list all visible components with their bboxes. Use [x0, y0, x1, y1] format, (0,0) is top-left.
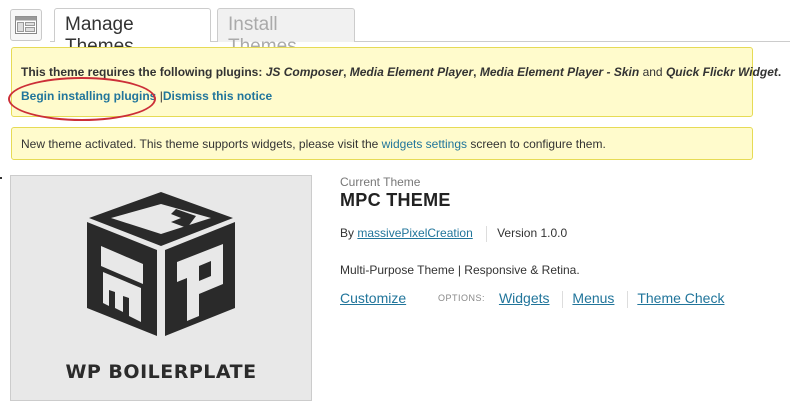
menus-link[interactable]: Menus — [572, 290, 614, 306]
widgets-settings-link[interactable]: widgets settings — [382, 137, 467, 151]
theme-description: Multi-Purpose Theme | Responsive & Retin… — [340, 263, 580, 277]
activated-text-before: New theme activated. This theme supports… — [21, 137, 379, 151]
thumbnail-caption: WP BOILERPLATE — [65, 361, 257, 383]
customize-link[interactable]: Customize — [340, 290, 406, 306]
plugin-name: Quick Flickr Widget — [665, 65, 778, 79]
dismiss-notice-link[interactable]: Dismiss this notice — [163, 89, 272, 103]
theme-version: Version 1.0.0 — [497, 226, 568, 241]
options-label: OPTIONS: — [438, 293, 486, 303]
theme-author-line: By massivePixelCreation Version 1.0.0 — [340, 226, 567, 242]
separator: , — [343, 65, 347, 79]
tab-manage-themes[interactable]: Manage Themes — [54, 8, 211, 57]
divider — [486, 226, 488, 242]
theme-name: MPC THEME — [340, 190, 451, 210]
plugin-name: Media Element Player - Skin — [479, 65, 640, 79]
by-label: By — [340, 226, 355, 241]
theme-check-link[interactable]: Theme Check — [637, 290, 724, 306]
author-link[interactable]: massivePixelCreation — [357, 226, 472, 240]
notice-prefix: This theme requires the following plugin… — [21, 65, 263, 79]
stray-mark — [0, 177, 2, 179]
separator: . — [777, 65, 782, 79]
separator: and — [642, 65, 663, 79]
widgets-link[interactable]: Widgets — [499, 290, 550, 306]
separator: , — [473, 65, 477, 79]
current-theme-label: Current Theme — [340, 175, 421, 189]
appearance-icon — [10, 9, 42, 41]
tab-install-themes[interactable]: Install Themes — [217, 8, 355, 57]
activated-text: New theme activated. This theme supports… — [21, 137, 606, 151]
divider — [562, 290, 564, 308]
plugin-name: Media Element Player — [349, 65, 474, 79]
required-plugins-text: This theme requires the following plugin… — [21, 65, 781, 79]
theme-screenshot: WP BOILERPLATE — [10, 175, 312, 401]
plugin-name: JS Composer — [265, 65, 344, 79]
divider — [627, 290, 629, 308]
theme-activated-notice: New theme activated. This theme supports… — [11, 127, 753, 160]
theme-actions: Customize OPTIONS: Widgets Menus Theme C… — [340, 290, 724, 308]
highlight-circle — [8, 77, 156, 121]
activated-text-after: screen to configure them. — [470, 137, 606, 151]
